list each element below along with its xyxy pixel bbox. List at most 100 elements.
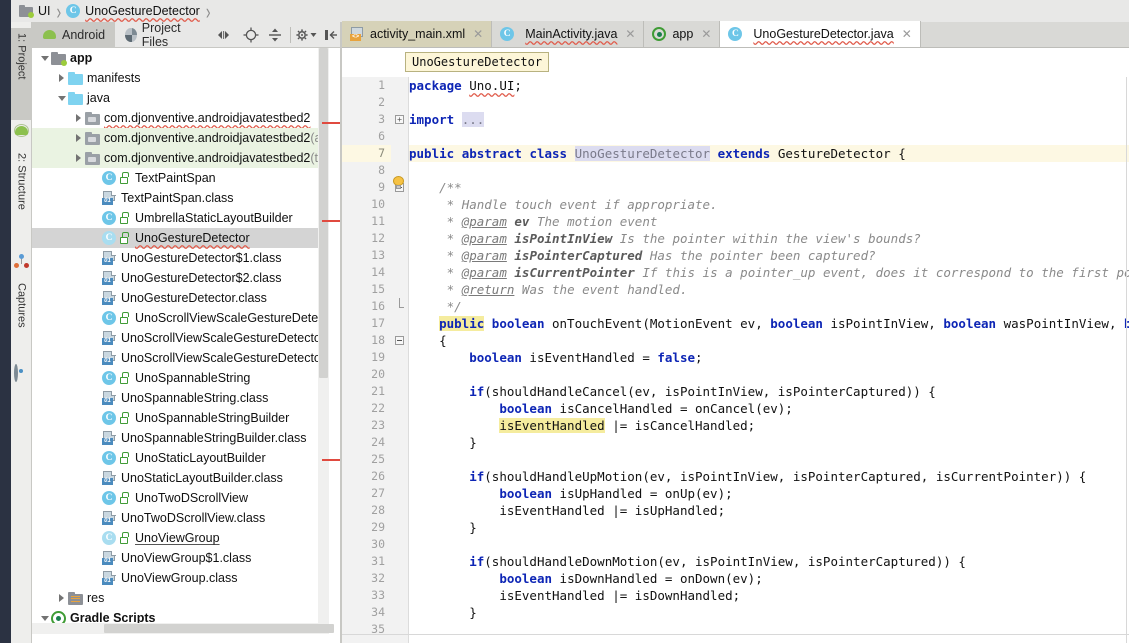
tree-row[interactable]: res — [32, 588, 329, 608]
scrollbar-thumb-horizontal[interactable] — [104, 624, 334, 633]
code-line[interactable]: } — [409, 434, 477, 451]
tree-row[interactable]: 01 UnoStaticLayoutBuilder.class — [32, 468, 329, 488]
editor-tab[interactable]: app ✕ — [644, 21, 721, 47]
line-number[interactable]: 8 — [343, 162, 385, 179]
line-number[interactable]: 33 — [343, 587, 385, 604]
code-line[interactable] — [409, 621, 469, 638]
tab-android-view[interactable]: Android — [32, 21, 116, 48]
code-line[interactable]: if(shouldHandleCancel(ev, isPointInView,… — [409, 383, 936, 400]
line-number[interactable]: 7 — [343, 145, 385, 162]
close-icon[interactable]: ✕ — [473, 27, 483, 41]
code-line[interactable]: { — [409, 332, 447, 349]
locate-target-button[interactable] — [242, 24, 261, 46]
code-line[interactable] — [409, 451, 469, 468]
tree-row[interactable]: 01 UnoTwoDScrollView.class — [32, 508, 329, 528]
tree-row[interactable]: C TextPaintSpan — [32, 168, 329, 188]
tree-row[interactable]: C UnoViewGroup — [32, 528, 329, 548]
line-number[interactable]: 3 — [343, 111, 385, 128]
code-line[interactable]: * Handle touch event if appropriate. — [409, 196, 718, 213]
line-number[interactable]: 30 — [343, 536, 385, 553]
chevron-right-icon[interactable] — [55, 68, 68, 88]
line-number[interactable]: 25 — [343, 451, 385, 468]
collapse-all-button[interactable] — [266, 24, 285, 46]
tree-row[interactable]: java — [32, 88, 329, 108]
close-icon[interactable]: ✕ — [902, 27, 912, 41]
tree-row[interactable]: 01 TextPaintSpan.class — [32, 188, 329, 208]
code-line[interactable]: } — [409, 519, 477, 536]
tree-row[interactable]: manifests — [32, 68, 329, 88]
code-line[interactable] — [409, 536, 469, 553]
chevron-down-icon[interactable] — [55, 88, 68, 108]
tree-row[interactable]: C UnoStaticLayoutBuilder — [32, 448, 329, 468]
close-icon[interactable]: ✕ — [701, 27, 711, 41]
code-line[interactable]: import ... — [409, 111, 485, 128]
editor-tab[interactable]: C MainActivity.java ✕ — [492, 21, 645, 47]
line-number[interactable]: 21 — [343, 383, 385, 400]
code-line[interactable]: isEventHandled |= isDownHandled; — [409, 587, 740, 604]
tree-row[interactable]: com.djonventive.androidjavatestbed2 (and… — [32, 128, 329, 148]
code-line[interactable]: public boolean onTouchEvent(MotionEvent … — [409, 315, 1129, 332]
tree-row[interactable]: 01 UnoGestureDetector.class — [32, 288, 329, 308]
tree-row[interactable]: app — [32, 48, 329, 68]
code-line[interactable]: /** — [409, 179, 462, 196]
code-line[interactable]: isEventHandled |= isCancelHandled; — [409, 417, 755, 434]
line-number[interactable]: 22 — [343, 400, 385, 417]
tree-row[interactable]: 01 UnoSpannableStringBuilder.class — [32, 428, 329, 448]
line-number[interactable]: 14 — [343, 264, 385, 281]
code-line[interactable]: isEventHandled |= isUpHandled; — [409, 502, 725, 519]
line-number[interactable]: 35 — [343, 621, 385, 638]
line-number[interactable]: 2 — [343, 94, 385, 111]
line-number[interactable]: 26 — [343, 468, 385, 485]
tree-row[interactable]: 01 UnoScrollViewScaleGestureDetector.clas… — [32, 348, 329, 368]
tree-horizontal-scrollbar[interactable] — [32, 623, 334, 634]
code-line[interactable]: } — [409, 604, 477, 621]
tree-row[interactable]: 01 UnoGestureDetector$2.class — [32, 268, 329, 288]
tab-project-files-view[interactable]: Project Files — [115, 21, 209, 49]
tree-row[interactable]: com.djonventive.androidjavatestbed2 (tes… — [32, 148, 329, 168]
tree-row[interactable]: C UnoSpannableString — [32, 368, 329, 388]
editor-gutter[interactable]: 1 2 3 6 7 8 9 10 11 12 13 14 15 16 17 18 19 20 21 22 23 24 25 2… — [342, 77, 391, 643]
code-line[interactable]: * @param isCurrentPointer If this is a p… — [409, 264, 1129, 281]
sidebar-item-project[interactable]: 1: Project — [11, 28, 32, 120]
line-number[interactable]: 20 — [343, 366, 385, 383]
chevron-right-icon[interactable] — [72, 128, 85, 148]
chevron-right-icon[interactable] — [72, 108, 85, 128]
breadcrumb-item-module[interactable]: UI — [17, 0, 53, 22]
code-line[interactable]: * @param ev The motion event — [409, 213, 658, 230]
editor-tab[interactable]: <> activity_main.xml ✕ — [342, 21, 493, 47]
tree-row[interactable]: C UmbrellaStaticLayoutBuilder — [32, 208, 329, 228]
line-number[interactable]: 28 — [343, 502, 385, 519]
tree-row[interactable]: C UnoScrollViewScaleGestureDetector — [32, 308, 329, 328]
chevron-right-icon[interactable] — [72, 148, 85, 168]
code-line[interactable]: boolean isUpHandled = onUp(ev); — [409, 485, 732, 502]
line-number[interactable]: 10 — [343, 196, 385, 213]
code-line[interactable]: * @param isPointInView Is the pointer wi… — [409, 230, 921, 247]
line-number[interactable]: 24 — [343, 434, 385, 451]
code-line[interactable]: public abstract class UnoGestureDetector… — [409, 145, 906, 162]
chevron-down-icon[interactable] — [38, 48, 51, 68]
fold-expand-icon[interactable]: + — [395, 115, 404, 124]
tree-vertical-scrollbar[interactable] — [318, 48, 329, 634]
line-number[interactable]: 6 — [343, 128, 385, 145]
breadcrumb-item-class[interactable]: C UnoGestureDetector — [64, 0, 202, 22]
tree-row[interactable]: 01 UnoViewGroup$1.class — [32, 548, 329, 568]
code-line[interactable]: if(shouldHandleUpMotion(ev, isPointInVie… — [409, 468, 1086, 485]
chevron-right-icon[interactable] — [55, 588, 68, 608]
line-number[interactable]: 1 — [343, 77, 385, 94]
tree-row[interactable]: C UnoSpannableStringBuilder — [32, 408, 329, 428]
line-number[interactable]: 12 — [343, 230, 385, 247]
code-line[interactable]: boolean isCancelHandled = onCancel(ev); — [409, 400, 793, 417]
code-line[interactable]: if(shouldHandleDownMotion(ev, isPointInV… — [409, 553, 966, 570]
code-text[interactable]: package Uno.UI; import ... public abstract… — [409, 77, 1129, 643]
line-number[interactable]: 11 — [343, 213, 385, 230]
tree-row[interactable]: 01 UnoScrollViewScaleGestureDetector$UnoS… — [32, 328, 329, 348]
code-editor[interactable]: UnoGestureDetector 1 2 3 6 7 8 9 10 11 12 13 14 15 16… — [342, 48, 1129, 643]
line-number[interactable]: 19 — [343, 349, 385, 366]
line-number[interactable]: 34 — [343, 604, 385, 621]
hide-panel-button[interactable] — [321, 24, 340, 46]
tree-row[interactable]: 01 UnoViewGroup.class — [32, 568, 329, 588]
tree-row[interactable]: C UnoGestureDetector — [32, 228, 329, 248]
settings-gear-button[interactable] — [295, 24, 317, 46]
line-number[interactable]: 13 — [343, 247, 385, 264]
line-number[interactable]: 15 — [343, 281, 385, 298]
